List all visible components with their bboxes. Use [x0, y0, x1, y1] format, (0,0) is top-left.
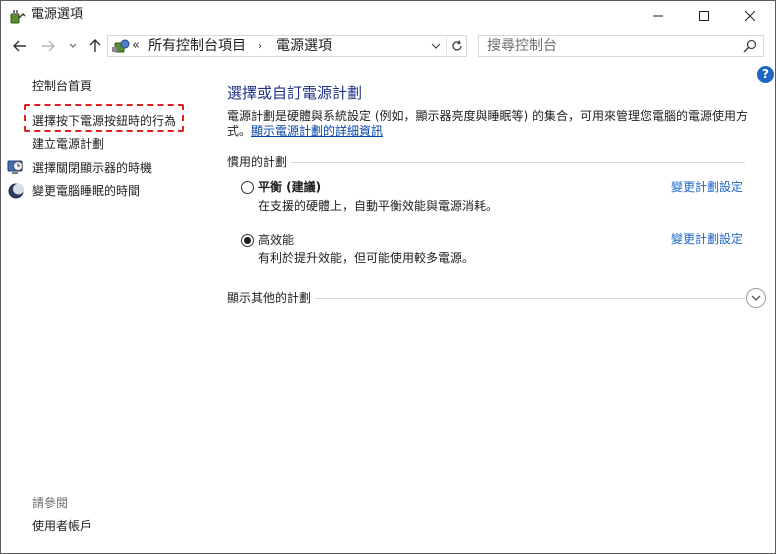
plan-desc-balanced: 在支援的硬體上，自動平衡效能與電源消耗。 — [258, 199, 499, 213]
up-button[interactable] — [85, 36, 105, 56]
title-bar: 電源選項 — [1, 1, 775, 31]
close-icon — [745, 11, 755, 21]
maximize-icon — [699, 11, 709, 21]
control-panel-icon — [111, 37, 131, 55]
show-additional-plans-heading[interactable]: 顯示其他的計劃 — [227, 290, 311, 306]
expand-additional-plans-button[interactable] — [746, 288, 766, 308]
plan-details-link[interactable]: 顯示電源計劃的詳細資訊 — [251, 124, 383, 138]
address-dropdown-button[interactable] — [426, 36, 446, 56]
arrow-left-icon — [13, 40, 26, 52]
sidebar-item-power-button-behavior[interactable]: 選擇按下電源按鈕時的行為 — [32, 113, 176, 129]
power-options-window: 電源選項 « 所有控制台項目 › 電源選項 搜尋控制台 ? 控制台首頁 選擇按下… — [0, 0, 776, 554]
address-bar[interactable]: « 所有控制台項目 › 電源選項 — [107, 35, 467, 57]
moon-icon — [7, 182, 25, 200]
close-button[interactable] — [727, 1, 773, 31]
chevron-down-icon — [431, 43, 441, 49]
refresh-button[interactable] — [446, 36, 466, 56]
breadcrumb-power-options[interactable]: 電源選項 — [276, 38, 332, 54]
arrow-right-icon — [42, 40, 55, 52]
page-description: 電源計劃是硬體與系統設定 (例如，顯示器亮度與睡眠等) 的集合，可用來管理您電腦… — [227, 109, 757, 139]
plan-name-high-performance[interactable]: 高效能 — [258, 232, 294, 248]
chevron-down-icon — [69, 43, 77, 48]
sidebar-item-change-sleep-time[interactable]: 變更電腦睡眠的時間 — [32, 183, 140, 199]
section-divider — [291, 162, 745, 163]
sidebar-item-control-panel-home[interactable]: 控制台首頁 — [32, 78, 92, 94]
section-divider — [315, 298, 745, 299]
see-also-heading: 請參閱 — [32, 496, 69, 510]
search-box[interactable]: 搜尋控制台 — [478, 35, 764, 57]
power-options-icon — [9, 7, 27, 25]
chevron-down-icon — [751, 295, 761, 301]
breadcrumb-all-control-panel-items[interactable]: 所有控制台項目 — [148, 38, 246, 54]
arrow-up-icon — [89, 39, 101, 52]
minimize-button[interactable] — [635, 1, 681, 31]
minimize-icon — [653, 15, 663, 17]
maximize-button[interactable] — [681, 1, 727, 31]
display-clock-icon — [7, 158, 25, 176]
plan-desc-high-performance: 有利於提升效能，但可能使用較多電源。 — [258, 251, 475, 265]
back-button[interactable] — [9, 36, 31, 56]
plan-radio-high-performance[interactable] — [241, 234, 254, 247]
change-plan-settings-high-performance-link[interactable]: 變更計劃設定 — [671, 231, 743, 247]
refresh-icon — [451, 40, 462, 51]
main-content: 選擇或自訂電源計劃 電源計劃是硬體與系統設定 (例如，顯示器亮度與睡眠等) 的集… — [211, 61, 775, 553]
search-icon[interactable] — [743, 39, 757, 53]
plan-name-balanced[interactable]: 平衡 (建議) — [258, 179, 321, 195]
page-title: 選擇或自訂電源計劃 — [227, 84, 363, 102]
search-placeholder[interactable]: 搜尋控制台 — [487, 38, 557, 54]
forward-button[interactable] — [37, 36, 59, 56]
plan-radio-balanced[interactable] — [241, 181, 254, 194]
recent-locations-button[interactable] — [65, 36, 81, 56]
sidebar-item-turn-off-display[interactable]: 選擇關閉顯示器的時機 — [32, 160, 152, 176]
see-also-user-accounts[interactable]: 使用者帳戶 — [32, 518, 92, 534]
breadcrumb-separator[interactable]: › — [258, 39, 262, 55]
window-title: 電源選項 — [31, 7, 84, 22]
navigation-bar: « 所有控制台項目 › 電源選項 搜尋控制台 — [1, 31, 775, 61]
change-plan-settings-balanced-link[interactable]: 變更計劃設定 — [671, 179, 743, 195]
address-overflow-chevron[interactable]: « — [132, 38, 140, 54]
sidebar: 控制台首頁 選擇按下電源按鈕時的行為 建立電源計劃 選擇關閉顯示器的時機 變更電… — [1, 61, 211, 553]
sidebar-item-create-power-plan[interactable]: 建立電源計劃 — [32, 136, 104, 152]
preferred-plans-heading: 慣用的計劃 — [227, 155, 288, 169]
